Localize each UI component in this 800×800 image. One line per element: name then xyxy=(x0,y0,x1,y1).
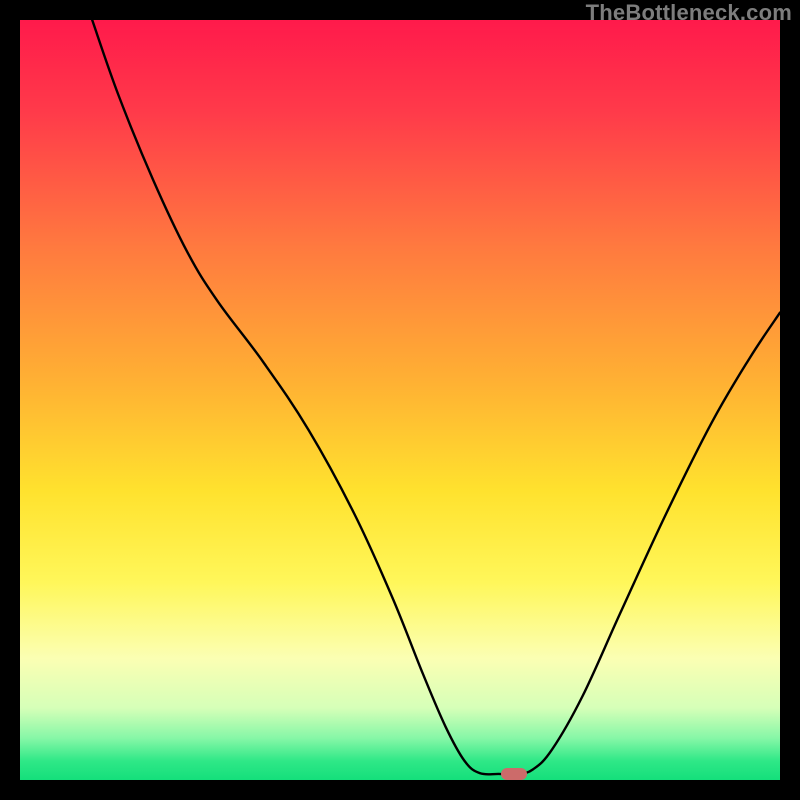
optimal-point-marker xyxy=(501,768,527,780)
outer-frame: TheBottleneck.com xyxy=(0,0,800,800)
bottleneck-chart xyxy=(20,20,780,780)
plot-area xyxy=(20,20,780,780)
